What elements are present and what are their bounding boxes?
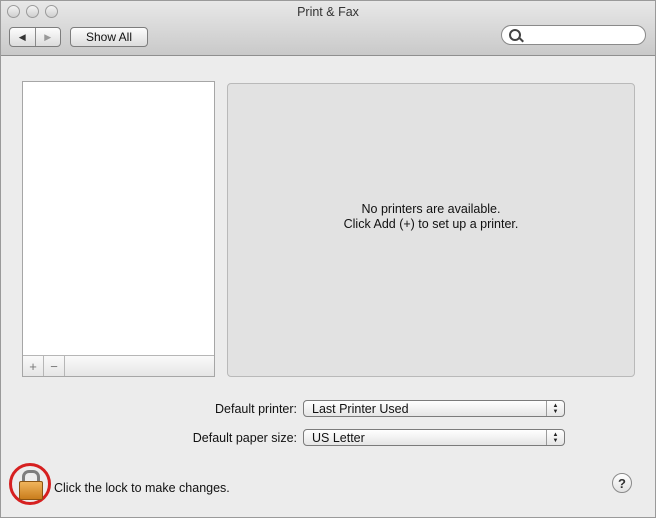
printer-list[interactable]: + − <box>22 81 215 377</box>
help-button[interactable]: ? <box>612 473 632 493</box>
back-forward-control: ◀ ▶ <box>9 27 61 47</box>
printer-list-controls: + − <box>23 355 214 376</box>
lock-status-text: Click the lock to make changes. <box>54 481 230 495</box>
default-paper-size-value: US Letter <box>312 431 365 445</box>
add-printer-button[interactable]: + <box>23 356 44 376</box>
back-arrow-icon[interactable]: ◀ <box>10 28 35 46</box>
popup-arrows-icon: ▲ ▼ <box>546 401 564 416</box>
default-printer-select[interactable]: Last Printer Used ▲ ▼ <box>303 400 565 417</box>
default-paper-size-select[interactable]: US Letter ▲ ▼ <box>303 429 565 446</box>
no-printers-line: No printers are available. <box>361 202 501 216</box>
print-fax-window: Print & Fax ◀ ▶ Show All + − No printers… <box>0 0 656 518</box>
lock-button[interactable] <box>9 463 51 505</box>
add-printer-hint: Click Add (+) to set up a printer. <box>343 217 519 231</box>
search-input[interactable] <box>524 28 643 44</box>
search-icon <box>509 29 521 41</box>
toolbar: Print & Fax ◀ ▶ Show All <box>1 1 655 56</box>
no-printers-message: No printers are available. Click Add (+)… <box>228 202 634 232</box>
remove-printer-button[interactable]: − <box>44 356 65 376</box>
printer-detail-panel: No printers are available. Click Add (+)… <box>227 83 635 377</box>
search-field[interactable] <box>501 25 646 45</box>
default-paper-size-label: Default paper size: <box>192 431 297 445</box>
default-printer-value: Last Printer Used <box>312 402 409 416</box>
show-all-button[interactable]: Show All <box>70 27 148 47</box>
lock-icon <box>19 481 43 500</box>
window-title: Print & Fax <box>297 5 359 19</box>
default-printer-label: Default printer: <box>215 402 297 416</box>
popup-arrows-icon: ▲ ▼ <box>546 430 564 445</box>
forward-arrow-icon[interactable]: ▶ <box>34 28 61 46</box>
